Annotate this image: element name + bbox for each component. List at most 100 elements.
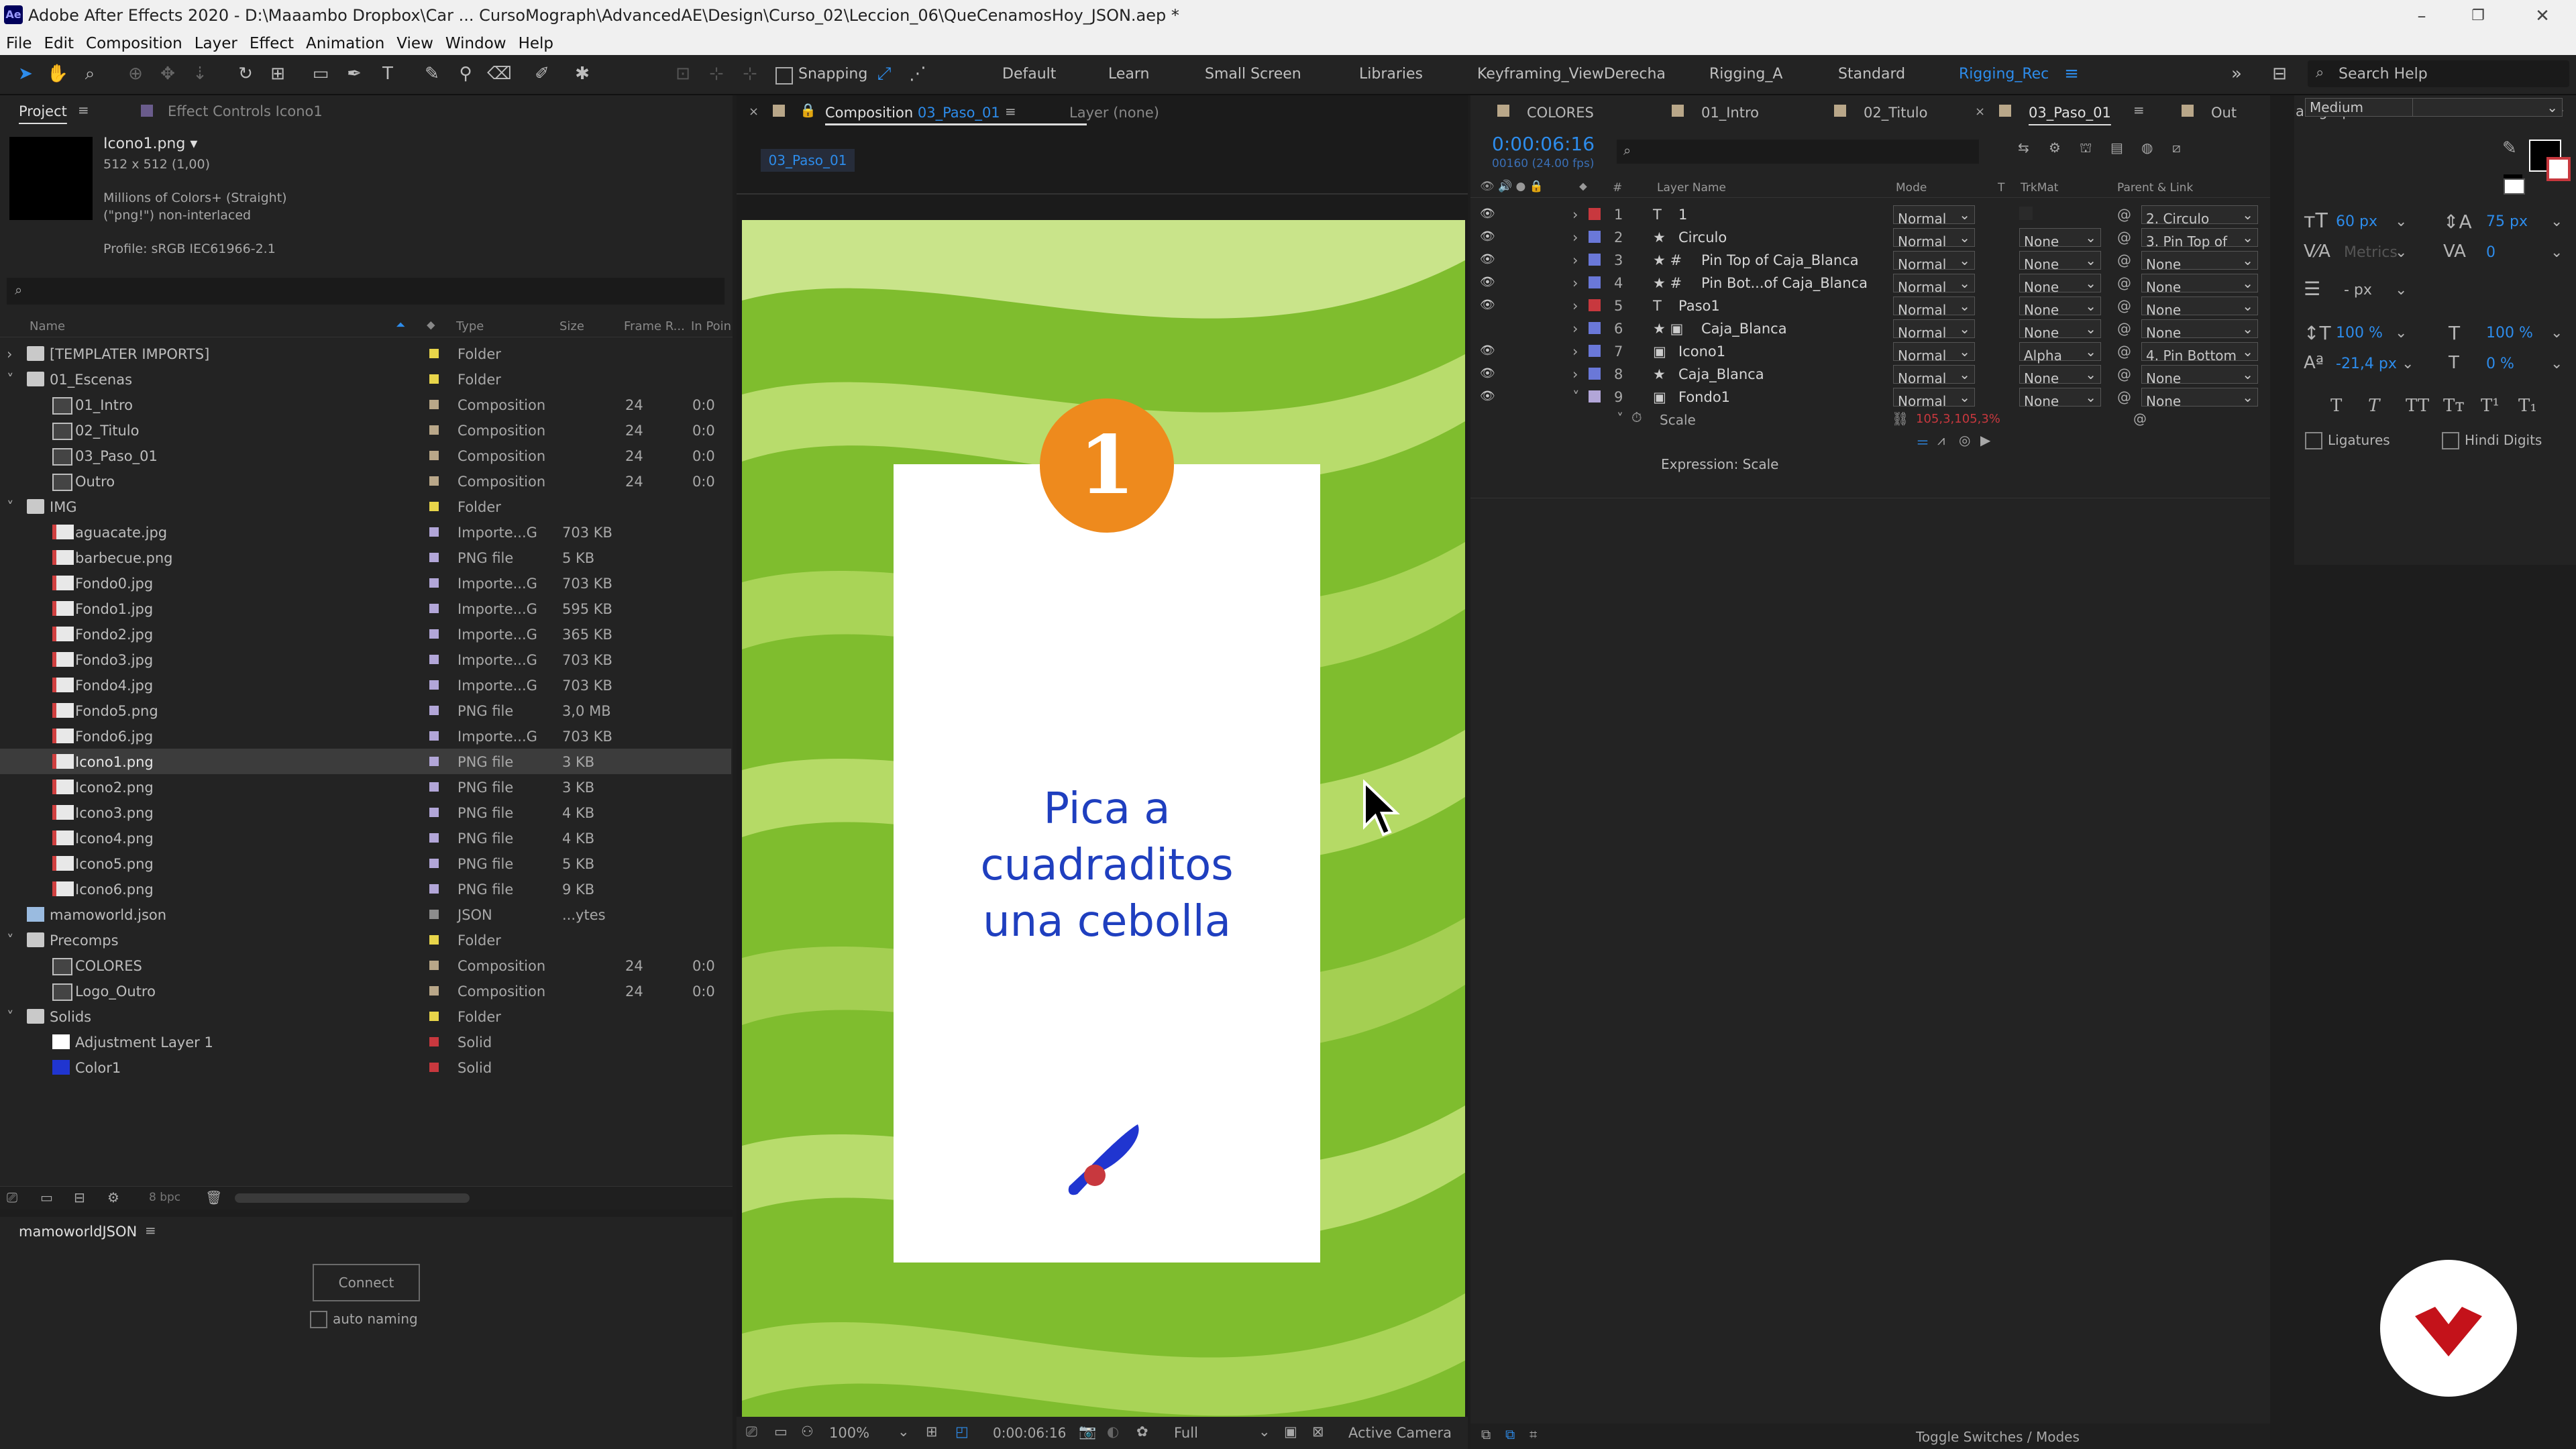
text-style-button[interactable]: T (2368, 396, 2379, 416)
label-color-swatch[interactable] (429, 986, 439, 996)
parent-pickwhip-icon[interactable]: @ (2117, 229, 2131, 246)
workspace-standard[interactable]: Standard (1838, 66, 1905, 83)
chevron-right-icon[interactable]: › (1572, 252, 1578, 268)
eye-icon[interactable]: 👁 (1480, 207, 1495, 221)
project-item[interactable]: 03_Paso_01 Composition 24 0:0 (0, 443, 731, 468)
project-item[interactable]: ˅ Precomps Folder (0, 927, 731, 953)
eye-icon[interactable]: 👁 (1480, 343, 1495, 358)
chevron-right-icon[interactable]: › (7, 346, 12, 362)
layer-row[interactable]: 👁 ˅ 9 ▣ Fondo1 Normal ⌄ None ⌄ @ None ⌄ (1470, 385, 2275, 409)
rectangle-tool-icon[interactable]: ▭ (309, 62, 333, 86)
stopwatch-icon[interactable]: ⏱ (1631, 409, 1642, 425)
anchor-point-tool-icon[interactable]: ⊞ (266, 62, 290, 86)
project-item[interactable]: › [TEMPLATER IMPORTS] Folder (0, 341, 731, 366)
transparency-grid-icon[interactable]: ⊠ (1312, 1424, 1324, 1440)
motion-blur-icon[interactable]: ◍ (2141, 140, 2153, 156)
label-color-swatch[interactable] (429, 757, 439, 766)
label-color-swatch[interactable] (429, 578, 439, 588)
panel-menu-icon[interactable]: ≡ (1005, 103, 1016, 119)
label-color-swatch[interactable] (429, 935, 439, 945)
card-text[interactable]: Pica a cuadraditos una cebolla (894, 781, 1320, 950)
text-style-button[interactable]: T₁ (2518, 396, 2537, 416)
project-item[interactable]: 02_Titulo Composition 24 0:0 (0, 417, 731, 443)
comp-flowchart-icon[interactable]: ⇆ (2018, 140, 2029, 156)
frame-blending-icon[interactable]: ▤ (2110, 140, 2123, 156)
project-item[interactable]: ˅ Solids Folder (0, 1004, 731, 1029)
parent-pickwhip-icon[interactable]: @ (2117, 321, 2131, 337)
label-color-swatch[interactable] (429, 706, 439, 715)
layer-label-swatch[interactable] (1589, 231, 1601, 243)
layer-label-swatch[interactable] (1589, 254, 1601, 266)
label-color-swatch[interactable] (429, 1063, 439, 1072)
chevron-right-icon[interactable]: › (1572, 229, 1578, 246)
expression-label[interactable]: Expression: Scale (1661, 456, 1778, 472)
project-item[interactable]: Adjustment Layer 1 Solid (0, 1029, 731, 1055)
chevron-down-icon[interactable]: ˅ (1572, 389, 1580, 405)
chevron-right-icon[interactable]: › (1572, 298, 1578, 314)
project-item[interactable]: Fondo2.jpg Importe...G 365 KB (0, 621, 731, 647)
overflow-icon[interactable]: » (2224, 62, 2249, 86)
baseline-shift-value[interactable]: -21,4 px (2336, 356, 2397, 372)
minimize-icon[interactable]: – (2402, 3, 2442, 30)
workspace-rigging-a[interactable]: Rigging_A (1709, 66, 1782, 83)
hindi-digits-checkbox[interactable] (2442, 432, 2459, 449)
mode-dropdown[interactable]: Normal ⌄ (1893, 297, 1975, 318)
label-color-swatch[interactable] (429, 680, 439, 690)
project-item[interactable]: Logo_Outro Composition 24 0:0 (0, 978, 731, 1004)
vertical-scale-value[interactable]: 100 % (2336, 325, 2383, 341)
eye-icon[interactable]: 👁 (1480, 389, 1495, 403)
flowchart-icon[interactable]: ⚙ (107, 1189, 119, 1205)
snapping-checkbox[interactable] (775, 67, 793, 85)
chevron-down-icon[interactable]: ˅ (1617, 411, 1623, 427)
menu-window[interactable]: Window (439, 32, 513, 55)
stroke-color-swatch[interactable] (2546, 157, 2571, 181)
timeline-tab-out[interactable]: Out (2211, 105, 2237, 121)
monitor-icon[interactable]: ▭ (774, 1424, 788, 1440)
timeline-tab-01-intro[interactable]: 01_Intro (1701, 105, 1759, 121)
toggle-switches-modes[interactable]: Toggle Switches / Modes (1916, 1429, 2080, 1445)
project-item[interactable]: Icono6.png PNG file 9 KB (0, 876, 731, 902)
layer-row[interactable]: 👁 › 2 ★ Circulo Normal ⌄ None ⌄ @3. Pin Top of ⌄ (1470, 225, 2275, 250)
eye-icon[interactable]: 👁 (1480, 229, 1495, 244)
project-item[interactable]: mamoworld.json JSON ...ytes (0, 902, 731, 927)
col-type[interactable]: Type (456, 319, 484, 333)
label-color-swatch[interactable] (429, 1037, 439, 1046)
show-snapshot-icon[interactable]: ◐ (1107, 1424, 1119, 1440)
layer-row[interactable]: 👁 › 4 ★ # Pin Bot...of Caja_Blanca Normal ⌄ Non… (1470, 271, 2275, 295)
knife-icon[interactable] (1064, 1119, 1144, 1199)
mode-dropdown[interactable]: Normal ⌄ (1893, 319, 1975, 341)
project-item[interactable]: Fondo0.jpg Importe...G 703 KB (0, 570, 731, 596)
project-item[interactable]: barbecue.png PNG file 5 KB (0, 545, 731, 570)
mode-dropdown[interactable]: Normal ⌄ (1893, 365, 1975, 386)
project-item[interactable]: COLORES Composition 24 0:0 (0, 953, 731, 978)
axis-world-icon[interactable]: ⊹ (738, 62, 762, 86)
snap-grid-icon[interactable]: ⋰ (906, 62, 930, 86)
label-color-swatch[interactable] (429, 374, 439, 384)
search-help-box[interactable]: ⌕ Search Help (2308, 60, 2569, 87)
trash-icon[interactable]: 🗑 (205, 1189, 222, 1205)
close-tab-icon[interactable]: × (1975, 105, 1985, 119)
chevron-down-icon[interactable]: ˅ (7, 1009, 14, 1025)
parent-dropdown[interactable]: 2. Circulo ⌄ (2141, 205, 2258, 227)
parent-dropdown[interactable]: 3. Pin Top of ⌄ (2141, 228, 2258, 250)
trkmat-dropdown[interactable]: None ⌄ (2019, 297, 2101, 318)
graph-icon[interactable]: ⩘ (1937, 432, 1945, 448)
col-size[interactable]: Size (559, 319, 584, 333)
grid-icon[interactable]: ⊞ (926, 1424, 938, 1440)
timeline-tab-03-paso-01[interactable]: 03_Paso_01 (2029, 105, 2111, 121)
label-color-swatch[interactable] (429, 425, 439, 435)
chevron-right-icon[interactable]: › (1572, 321, 1578, 337)
layer-row[interactable]: 👁 › 8 ★ Caja_Blanca Normal ⌄ None ⌄ @ None ⌄ (1470, 362, 2275, 386)
eraser-tool-icon[interactable]: ⌫ (487, 62, 512, 86)
rotation-tool-icon[interactable]: ↻ (233, 62, 258, 86)
graph-editor-icon[interactable]: ⧄ (2172, 140, 2181, 156)
label-color-swatch[interactable] (429, 808, 439, 817)
pan-camera-icon[interactable]: ✥ (156, 62, 180, 86)
menu-edit[interactable]: Edit (38, 32, 80, 55)
label-color-swatch[interactable] (429, 476, 439, 486)
align-icon[interactable]: ⊡ (671, 62, 695, 86)
snap-icon[interactable]: ⤢ (872, 62, 896, 86)
menu-layer[interactable]: Layer (189, 32, 244, 55)
layer-row[interactable]: › 6 ★ ▣ Caja_Blanca Normal ⌄ None ⌄ @ None ⌄ (1470, 317, 2275, 341)
text-style-button[interactable]: T¹ (2481, 396, 2500, 416)
